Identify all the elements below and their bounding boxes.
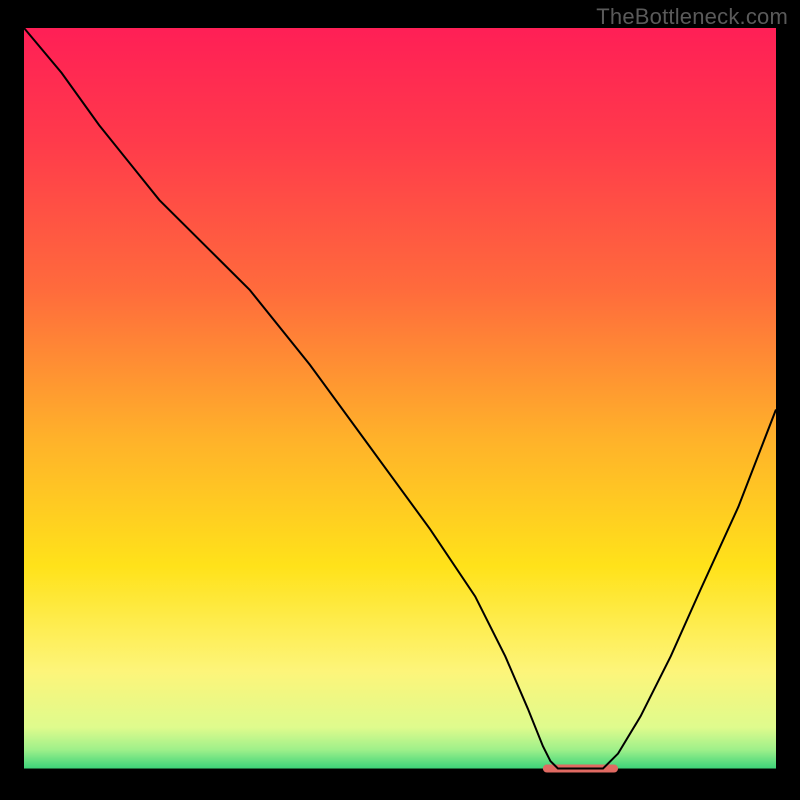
watermark-text: TheBottleneck.com bbox=[596, 4, 788, 30]
chart-container: TheBottleneck.com bbox=[0, 0, 800, 800]
plot-area bbox=[24, 28, 776, 776]
gradient-background bbox=[24, 28, 776, 776]
bottom-black-band bbox=[24, 769, 776, 776]
plot-svg bbox=[24, 28, 776, 776]
